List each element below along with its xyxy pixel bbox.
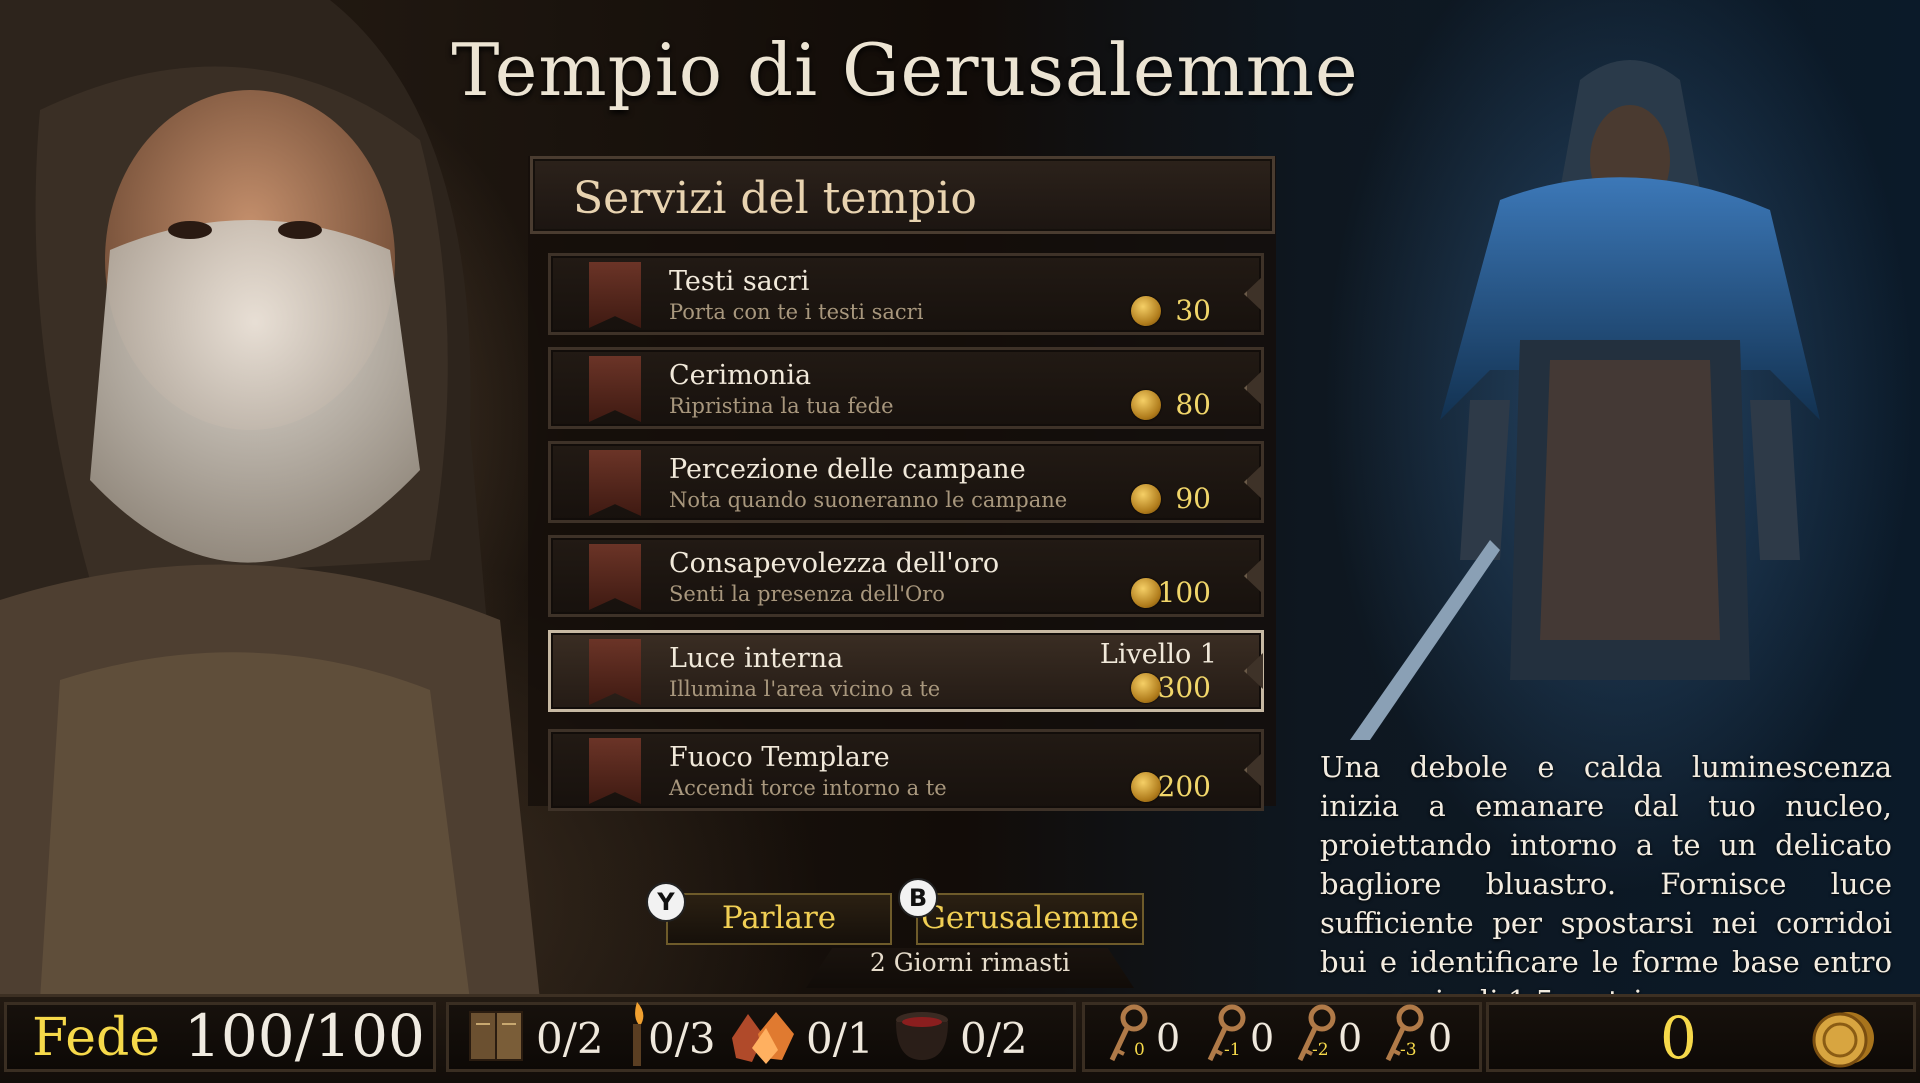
talk-button[interactable]: Parlare [666, 893, 892, 945]
service-price: 300 [1157, 671, 1211, 704]
service-desc: Nota quando suoneranno le campane [669, 488, 1068, 512]
key-level-label: -2 [1312, 1040, 1329, 1060]
page-title: Tempio di Gerusalemme [451, 28, 1359, 112]
chevron-left-icon [1244, 464, 1263, 500]
travel-button[interactable]: Gerusalemme [916, 893, 1144, 945]
service-row-cerimonia[interactable]: Cerimonia Ripristina la tua fede 80 [548, 347, 1264, 429]
banner-icon [589, 738, 641, 804]
service-price: 30 [1175, 294, 1211, 327]
service-desc: Ripristina la tua fede [669, 394, 894, 418]
faith-label: Fede [32, 1008, 161, 1068]
crystal-icon [732, 1012, 794, 1064]
gold-value: 0 [1660, 1004, 1697, 1072]
service-row-testi-sacri[interactable]: Testi sacri Porta con te i testi sacri 3… [548, 253, 1264, 335]
key-level-label: 0 [1134, 1040, 1145, 1060]
service-name: Testi sacri [669, 266, 810, 297]
service-desc: Porta con te i testi sacri [669, 300, 924, 324]
key-count: 0 [1338, 1016, 1363, 1060]
service-name: Cerimonia [669, 360, 812, 391]
service-desc: Illumina l'area vicino a te [669, 677, 941, 701]
coin-stack-icon [1812, 1012, 1874, 1068]
service-desc: Senti la presenza dell'Oro [669, 582, 945, 606]
torch-count: 0/3 [648, 1014, 716, 1063]
gamepad-y-icon: Y [646, 882, 686, 922]
service-price: 90 [1175, 482, 1211, 515]
key-count: 0 [1250, 1016, 1275, 1060]
service-row-consapevolezza-oro[interactable]: Consapevolezza dell'oro Senti la presenz… [548, 535, 1264, 617]
service-name: Percezione delle campane [669, 454, 1026, 485]
gamepad-b-icon: B [898, 878, 938, 918]
coin-icon [1131, 772, 1161, 802]
service-row-fuoco-templare[interactable]: Fuoco Templare Accendi torce intorno a t… [548, 729, 1264, 811]
coin-icon [1131, 296, 1161, 326]
chevron-left-icon [1244, 752, 1263, 788]
faith-value: 100/100 [184, 1002, 425, 1070]
coin-icon [1131, 390, 1161, 420]
cauldron-icon [896, 1012, 948, 1060]
coin-icon [1131, 578, 1161, 608]
key-count: 0 [1156, 1016, 1181, 1060]
banner-icon [589, 262, 641, 328]
banner-icon [589, 356, 641, 422]
service-row-percezione-campane[interactable]: Percezione delle campane Nota quando suo… [548, 441, 1264, 523]
chevron-left-icon [1244, 558, 1263, 594]
service-level: Livello 1 [1099, 639, 1217, 670]
key-count: 0 [1428, 1016, 1453, 1060]
banner-icon [589, 639, 641, 705]
service-desc: Accendi torce intorno a te [669, 776, 947, 800]
service-row-luce-interna[interactable]: Luce interna Illumina l'area vicino a te… [548, 630, 1264, 712]
service-name: Fuoco Templare [669, 742, 890, 773]
coin-icon [1131, 673, 1161, 703]
service-price: 100 [1157, 576, 1211, 609]
crystal-count: 0/1 [806, 1014, 874, 1063]
chevron-left-icon [1244, 276, 1263, 312]
services-title: Servizi del tempio [573, 173, 977, 224]
chevron-left-icon [1244, 370, 1263, 406]
book-count: 0/2 [536, 1014, 604, 1063]
service-price: 200 [1157, 770, 1211, 803]
services-header: Servizi del tempio [530, 156, 1275, 234]
banner-icon [589, 450, 641, 516]
service-description: Una debole e calda luminescenza inizia a… [1320, 750, 1892, 1018]
service-name: Consapevolezza dell'oro [669, 548, 1000, 579]
key-level-label: -3 [1400, 1040, 1417, 1060]
knight-portrait [1350, 60, 1820, 740]
days-remaining: 2 Giorni rimasti [806, 948, 1134, 988]
book-icon [469, 1011, 523, 1061]
banner-icon [589, 544, 641, 610]
key-level-label: -1 [1224, 1040, 1241, 1060]
coin-icon [1131, 484, 1161, 514]
service-name: Luce interna [669, 643, 844, 674]
priest-portrait [0, 0, 540, 1000]
cauldron-count: 0/2 [960, 1014, 1028, 1063]
service-price: 80 [1175, 388, 1211, 421]
chevron-left-icon [1244, 653, 1263, 689]
